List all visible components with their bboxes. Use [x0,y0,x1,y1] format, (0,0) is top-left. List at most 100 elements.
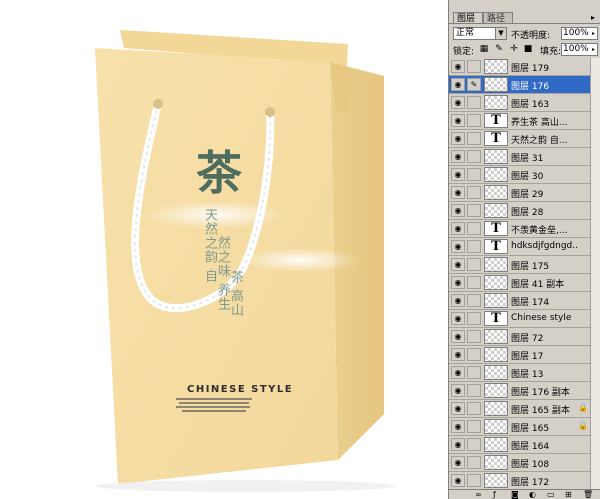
layer-name[interactable]: 图层 29 [511,187,579,200]
visibility-eye-icon[interactable]: ◉ [451,96,465,109]
layer-name[interactable]: 图层 165 [511,421,579,434]
layer-link-slot[interactable] [467,186,481,199]
layer-name[interactable]: 图层 28 [511,205,579,218]
layer-thumbnail[interactable] [484,167,508,182]
layer-name[interactable]: 图层 72 [511,331,579,344]
layer-link-slot[interactable] [467,132,481,145]
visibility-eye-icon[interactable]: ◉ [451,258,465,271]
layer-row[interactable]: ◉ 图层 29 [449,184,590,202]
layer-link-slot[interactable] [467,402,481,415]
lock-all-icon[interactable]: ■ [523,44,533,54]
visibility-eye-icon[interactable]: ◉ [451,420,465,433]
layer-row[interactable]: ◉ 图层 108 [449,454,590,472]
layer-link-slot[interactable] [467,312,481,325]
layer-link-slot[interactable] [467,60,481,73]
visibility-eye-icon[interactable]: ◉ [451,150,465,163]
text-layer-thumbnail-icon[interactable]: T [484,113,508,128]
layer-link-slot[interactable] [467,348,481,361]
layer-thumbnail[interactable] [484,185,508,200]
visibility-eye-icon[interactable]: ◉ [451,330,465,343]
layer-name[interactable]: 图层 30 [511,169,579,182]
layer-thumbnail[interactable] [484,437,508,452]
layer-thumbnail[interactable] [484,257,508,272]
layer-name[interactable]: 图层 17 [511,349,579,362]
layer-link-slot[interactable] [467,204,481,217]
brush-icon[interactable]: ✎ [467,78,481,91]
layer-thumbnail[interactable] [484,149,508,164]
layer-name[interactable]: 图层 41 副本 [511,277,579,290]
layer-row[interactable]: ◉ T 不羡黄金垒,... [449,220,590,238]
layer-row[interactable]: ◉ T 天然之韵 自... [449,130,590,148]
layer-row[interactable]: ◉ 图层 41 副本 [449,274,590,292]
new-group-icon[interactable]: ▭ [547,490,555,499]
layer-name[interactable]: 图层 164 [511,439,579,452]
visibility-eye-icon[interactable]: ◉ [451,474,465,487]
layer-name[interactable]: 图层 176 副本 [511,385,579,398]
layer-row[interactable]: ◉ 图层 17 [449,346,590,364]
visibility-eye-icon[interactable]: ◉ [451,384,465,397]
layer-link-slot[interactable] [467,294,481,307]
layer-name[interactable]: Chinese style [511,313,579,323]
document-canvas[interactable]: 茶 天然之韵 自 然之味 养生 茶 高山 CHINESE STYLE [0,0,448,499]
layer-row[interactable]: ◉ 图层 174 [449,292,590,310]
layer-name[interactable]: hdksdjfgdngd... [511,241,579,251]
layer-name[interactable]: 图层 13 [511,367,579,380]
layers-scrollbar[interactable] [590,58,600,489]
layer-thumbnail[interactable] [484,95,508,110]
layer-row[interactable]: ◉ 图层 172 [449,472,590,489]
opacity-input[interactable]: 100% ▸ [561,27,598,40]
delete-layer-icon[interactable]: 🗑 [583,490,593,499]
layer-name[interactable]: 图层 31 [511,151,579,164]
layer-thumbnail[interactable] [484,329,508,344]
visibility-eye-icon[interactable]: ◉ [451,168,465,181]
layer-row[interactable]: ◉ T Chinese style [449,310,590,328]
visibility-eye-icon[interactable]: ◉ [451,348,465,361]
layer-link-slot[interactable] [467,474,481,487]
layer-link-slot[interactable] [467,258,481,271]
adjustment-layer-icon[interactable]: ◐ [529,490,536,499]
layer-row[interactable]: ◉ 图层 175 [449,256,590,274]
visibility-eye-icon[interactable]: ◉ [451,114,465,127]
visibility-eye-icon[interactable]: ◉ [451,78,465,91]
panel-menu-arrow-icon[interactable]: ▸ [591,13,595,22]
layer-thumbnail[interactable] [484,347,508,362]
layer-row[interactable]: ◉ Thdksdjfgdngd... [449,238,590,256]
visibility-eye-icon[interactable]: ◉ [451,240,465,253]
layer-row[interactable]: ◉ 图层 30 [449,166,590,184]
layer-thumbnail[interactable] [484,473,508,488]
layer-thumbnail[interactable] [484,455,508,470]
visibility-eye-icon[interactable]: ◉ [451,456,465,469]
layer-link-slot[interactable] [467,420,481,433]
layer-thumbnail[interactable] [484,383,508,398]
layer-thumbnail[interactable] [484,77,508,92]
layer-link-slot[interactable] [467,150,481,163]
link-layers-icon[interactable]: ∞ [475,490,482,499]
layer-name[interactable]: 图层 175 [511,259,579,272]
visibility-eye-icon[interactable]: ◉ [451,402,465,415]
visibility-eye-icon[interactable]: ◉ [451,438,465,451]
layer-link-slot[interactable] [467,456,481,469]
layer-name[interactable]: 图层 163 [511,97,579,110]
text-layer-thumbnail-icon[interactable]: T [484,131,508,146]
layer-link-slot[interactable] [467,384,481,397]
layer-link-slot[interactable] [467,366,481,379]
add-mask-icon[interactable]: ◙ [511,490,519,499]
layer-row[interactable]: ◉ 图层 72 [449,328,590,346]
layer-row[interactable]: ◉ 图层 163 [449,94,590,112]
layer-thumbnail[interactable] [484,401,508,416]
layer-row[interactable]: ◉ ✎ 图层 176 [449,76,590,94]
visibility-eye-icon[interactable]: ◉ [451,294,465,307]
layer-thumbnail[interactable] [484,293,508,308]
layer-name[interactable]: 图层 172 [511,475,579,488]
layer-link-slot[interactable] [467,114,481,127]
layer-row[interactable]: ◉ 图层 31 [449,148,590,166]
layer-thumbnail[interactable] [484,419,508,434]
layer-thumbnail[interactable] [484,203,508,218]
blend-mode-select[interactable]: 正常 ▼ [453,27,507,40]
layer-row[interactable]: ◉ 图层 28 [449,202,590,220]
text-layer-thumbnail-icon[interactable]: T [484,239,508,254]
lock-pixels-icon[interactable]: ✎ [494,44,504,54]
visibility-eye-icon[interactable]: ◉ [451,222,465,235]
text-layer-thumbnail-icon[interactable]: T [484,221,508,236]
layer-row[interactable]: ◉ 图层 165 副本 🔒 [449,400,590,418]
